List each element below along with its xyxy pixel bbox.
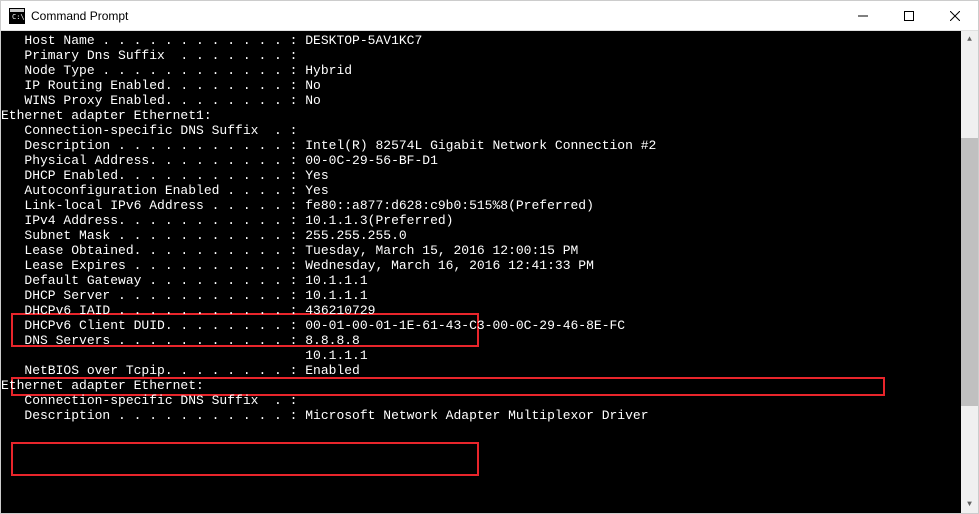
physaddr-label: Physical Address. . . . . . . . . : [1,153,305,168]
line-host-name: Host Name . . . . . . . . . . . . : DESK… [1,33,978,48]
command-prompt-window: C:\ Command Prompt Host Name . . . . . .… [0,0,979,514]
dhcpv6-iaid-label: DHCPv6 IAID . . . . . . . . . . . : [1,303,305,318]
line-dhcpv6-duid: DHCPv6 Client DUID. . . . . . . . : 00-0… [1,318,978,333]
line-adapter2-header: Ethernet adapter Ethernet: [1,378,978,393]
dns-label: DNS Servers . . . . . . . . . . . : [1,333,305,348]
ip-routing-label: IP Routing Enabled. . . . . . . . : [1,78,305,93]
primary-dns-label: Primary Dns Suffix . . . . . . . : [1,48,297,63]
line-conn-suffix2: Connection-specific DNS Suffix . : [1,393,978,408]
subnet-label: Subnet Mask . . . . . . . . . . . : [1,228,305,243]
dns-cont-label [1,348,305,363]
dhcp-enabled-value: Yes [305,168,328,183]
node-type-label: Node Type . . . . . . . . . . . . : [1,63,305,78]
minimize-button[interactable] [840,1,886,30]
lease-obt-value: Tuesday, March 15, 2016 12:00:15 PM [305,243,578,258]
dhcpv6-duid-label: DHCPv6 Client DUID. . . . . . . . : [1,318,305,333]
window-title: Command Prompt [31,9,840,23]
conn-suffix1-label: Connection-specific DNS Suffix . : [1,123,297,138]
dhcpv6-iaid-value: 436210729 [305,303,375,318]
line-adapter1-header: Ethernet adapter Ethernet1: [1,108,978,123]
line-netbios: NetBIOS over Tcpip. . . . . . . . : Enab… [1,363,978,378]
cmd-icon: C:\ [9,8,25,24]
description1-value: Intel(R) 82574L Gigabit Network Connecti… [305,138,656,153]
linklocal-label: Link-local IPv6 Address . . . . . : [1,198,305,213]
autoconfig-value: Yes [305,183,328,198]
window-controls [840,1,978,30]
line-dhcp-enabled: DHCP Enabled. . . . . . . . . . . : Yes [1,168,978,183]
line-ip-routing: IP Routing Enabled. . . . . . . . : No [1,78,978,93]
wins-proxy-value: No [305,93,321,108]
line-gateway: Default Gateway . . . . . . . . . : 10.1… [1,273,978,288]
maximize-button[interactable] [886,1,932,30]
dns-value2: 10.1.1.1 [305,348,367,363]
ipv4-label: IPv4 Address. . . . . . . . . . . : [1,213,305,228]
line-dns: DNS Servers . . . . . . . . . . . : 8.8.… [1,333,978,348]
description2-value: Microsoft Network Adapter Multiplexor Dr… [305,408,648,423]
gateway-label: Default Gateway . . . . . . . . . : [1,273,305,288]
netbios-value: Enabled [305,363,360,378]
lease-exp-label: Lease Expires . . . . . . . . . . : [1,258,305,273]
linklocal-value: fe80::a877:d628:c9b0:515%8(Preferred) [305,198,594,213]
scroll-down-button[interactable]: ▼ [961,496,978,513]
dhcp-enabled-label: DHCP Enabled. . . . . . . . . . . : [1,168,305,183]
lease-exp-value: Wednesday, March 16, 2016 12:41:33 PM [305,258,594,273]
line-dhcp-server: DHCP Server . . . . . . . . . . . : 10.1… [1,288,978,303]
ipv4-value: 10.1.1.3(Preferred) [305,213,453,228]
line-dhcpv6-iaid: DHCPv6 IAID . . . . . . . . . . . : 4362… [1,303,978,318]
subnet-value: 255.255.255.0 [305,228,406,243]
titlebar[interactable]: C:\ Command Prompt [1,1,978,31]
dhcpv6-duid-value: 00-01-00-01-1E-61-43-C3-00-0C-29-46-8E-F… [305,318,625,333]
dns-value1: 8.8.8.8 [305,333,360,348]
line-ipv4: IPv4 Address. . . . . . . . . . . : 10.1… [1,213,978,228]
line-node-type: Node Type . . . . . . . . . . . . : Hybr… [1,63,978,78]
description1-label: Description . . . . . . . . . . . : [1,138,305,153]
dhcp-server-label: DHCP Server . . . . . . . . . . . : [1,288,305,303]
highlight-dns-servers [11,442,479,476]
physaddr-value: 00-0C-29-56-BF-D1 [305,153,438,168]
line-primary-dns: Primary Dns Suffix . . . . . . . : [1,48,978,63]
line-physaddr: Physical Address. . . . . . . . . : 00-0… [1,153,978,168]
line-autoconfig: Autoconfiguration Enabled . . . . : Yes [1,183,978,198]
line-lease-expires: Lease Expires . . . . . . . . . . : Wedn… [1,258,978,273]
autoconfig-label: Autoconfiguration Enabled . . . . : [1,183,305,198]
line-conn-suffix1: Connection-specific DNS Suffix . : [1,123,978,138]
netbios-label: NetBIOS over Tcpip. . . . . . . . : [1,363,305,378]
lease-obt-label: Lease Obtained. . . . . . . . . . : [1,243,305,258]
line-description2: Description . . . . . . . . . . . : Micr… [1,408,978,423]
close-button[interactable] [932,1,978,30]
line-description1: Description . . . . . . . . . . . : Inte… [1,138,978,153]
line-linklocal: Link-local IPv6 Address . . . . . : fe80… [1,198,978,213]
wins-proxy-label: WINS Proxy Enabled. . . . . . . . : [1,93,305,108]
host-name-value: DESKTOP-5AV1KC7 [305,33,422,48]
description2-label: Description . . . . . . . . . . . : [1,408,305,423]
svg-text:C:\: C:\ [12,13,25,21]
terminal-output[interactable]: Host Name . . . . . . . . . . . . : DESK… [1,31,978,513]
line-lease-obtained: Lease Obtained. . . . . . . . . . : Tues… [1,243,978,258]
line-subnet: Subnet Mask . . . . . . . . . . . : 255.… [1,228,978,243]
line-wins-proxy: WINS Proxy Enabled. . . . . . . . : No [1,93,978,108]
node-type-value: Hybrid [305,63,352,78]
dhcp-server-value: 10.1.1.1 [305,288,367,303]
conn-suffix2-label: Connection-specific DNS Suffix . : [1,393,297,408]
ip-routing-value: No [305,78,321,93]
line-dns-cont: 10.1.1.1 [1,348,978,363]
host-name-label: Host Name . . . . . . . . . . . . : [1,33,305,48]
gateway-value: 10.1.1.1 [305,273,367,288]
